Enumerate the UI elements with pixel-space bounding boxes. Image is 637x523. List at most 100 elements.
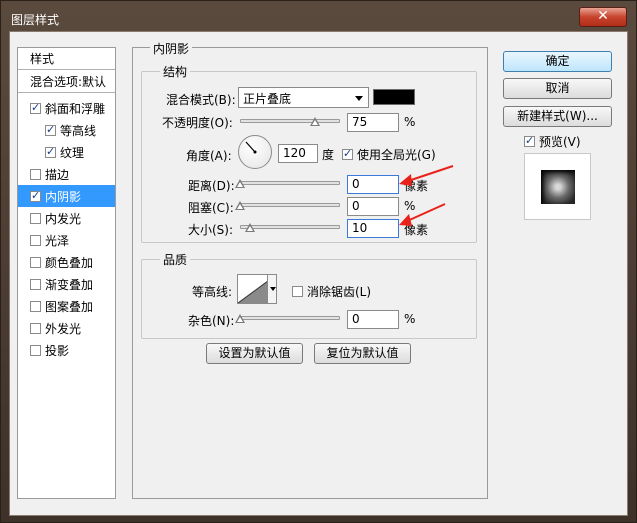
opacity-label: 不透明度(O): — [162, 116, 233, 130]
noise-label: 杂色(N): — [188, 314, 235, 328]
choke-input-value: 0 — [352, 199, 360, 213]
close-button[interactable]: ✕ — [579, 7, 627, 27]
checkbox-unchecked-icon[interactable] — [30, 300, 41, 312]
panel-title: 内阴影 — [150, 40, 193, 57]
checkbox-checked-icon[interactable] — [30, 101, 41, 114]
red-arrow-icon — [399, 165, 454, 186]
reset-default-button[interactable]: 复位为默认值 — [314, 343, 411, 364]
checkbox-unchecked-icon[interactable] — [30, 212, 41, 224]
blend-mode-value: 正片叠底 — [243, 92, 292, 106]
angle-unit: 度 — [322, 148, 335, 162]
style-item[interactable]: 等高线 — [18, 119, 115, 141]
opacity-slider-track[interactable] — [240, 119, 340, 123]
contour-label: 等高线: — [192, 285, 233, 299]
blend-mode-label: 混合模式(B): — [166, 93, 236, 107]
opacity-input[interactable]: 75 — [347, 113, 399, 132]
style-item-label: 光泽 — [45, 233, 70, 248]
style-item-label: 斜面和浮雕 — [45, 101, 106, 116]
antialias-label: 消除锯齿(L) — [307, 285, 372, 299]
chevron-down-icon — [355, 96, 363, 101]
checkbox-unchecked-icon[interactable] — [30, 322, 41, 334]
style-item-label: 渐变叠加 — [45, 277, 94, 292]
ok-button[interactable]: 确定 — [503, 51, 612, 72]
style-item-label: 内阴影 — [45, 189, 82, 204]
noise-input[interactable]: 0 — [347, 310, 399, 329]
size-slider-thumb[interactable] — [245, 223, 255, 232]
angle-dial[interactable] — [238, 135, 272, 169]
style-item-label: 等高线 — [60, 123, 97, 138]
style-item[interactable]: 内阴影 — [18, 185, 115, 207]
checkbox-unchecked-icon[interactable] — [30, 256, 41, 268]
opacity-unit: % — [404, 115, 416, 129]
checkbox-checked-icon[interactable] — [45, 145, 56, 158]
make-default-button[interactable]: 设置为默认值 — [206, 343, 303, 364]
style-list-header-label: 样式 — [30, 52, 55, 66]
size-label: 大小(S): — [188, 223, 234, 237]
style-item-label: 描边 — [45, 167, 70, 182]
checkbox-checked-icon — [524, 134, 535, 147]
blend-mode-select[interactable]: 正片叠底 — [238, 87, 369, 108]
style-preview — [524, 153, 591, 220]
choke-slider-track[interactable] — [240, 203, 340, 207]
title-bar: 图层样式 ✕ — [1, 1, 636, 31]
style-list-header[interactable]: 样式 — [18, 48, 115, 70]
noise-slider-track[interactable] — [240, 316, 340, 320]
noise-slider-thumb[interactable] — [235, 314, 245, 323]
cancel-button[interactable]: 取消 — [503, 78, 612, 99]
style-item[interactable]: 渐变叠加 — [18, 273, 115, 295]
checkbox-unchecked-icon[interactable] — [30, 344, 41, 356]
style-item[interactable]: 光泽 — [18, 229, 115, 251]
style-item[interactable]: 外发光 — [18, 317, 115, 339]
checkbox-unchecked-icon[interactable] — [30, 234, 41, 246]
distance-label: 距离(D): — [188, 179, 235, 193]
window-title: 图层样式 — [11, 13, 60, 27]
style-list: 样式 混合选项:默认 斜面和浮雕等高线纹理描边内阴影内发光光泽颜色叠加渐变叠加图… — [17, 47, 116, 499]
annotation-arrows — [399, 165, 454, 226]
preview-thumbnail — [541, 170, 575, 204]
structure-title: 结构 — [160, 63, 191, 80]
style-item-label: 投影 — [45, 343, 70, 358]
style-item-label: 颜色叠加 — [45, 255, 94, 270]
quality-title: 品质 — [160, 251, 191, 268]
opacity-slider-thumb[interactable] — [310, 117, 320, 126]
red-arrow-icon — [399, 203, 446, 226]
style-item[interactable]: 内发光 — [18, 207, 115, 229]
choke-slider-thumb[interactable] — [235, 201, 245, 210]
angle-input[interactable]: 120 — [278, 144, 318, 163]
style-item-label: 纹理 — [60, 145, 85, 160]
choke-input[interactable]: 0 — [347, 197, 399, 216]
size-input-value: 10 — [352, 221, 368, 235]
distance-input[interactable]: 0 — [347, 175, 399, 194]
style-item[interactable]: 投影 — [18, 339, 115, 361]
checkbox-unchecked-icon[interactable] — [30, 278, 41, 290]
blend-options-item[interactable]: 混合选项:默认 — [18, 71, 115, 93]
size-slider-track[interactable] — [240, 225, 340, 229]
noise-input-value: 0 — [352, 312, 360, 326]
opacity-input-value: 75 — [352, 115, 368, 129]
preview-label: 预览(V) — [539, 135, 581, 149]
shadow-color-swatch[interactable] — [373, 89, 415, 105]
distance-slider-track[interactable] — [240, 181, 340, 185]
style-item-label: 内发光 — [45, 211, 82, 226]
checkbox-unchecked-icon[interactable] — [30, 168, 41, 180]
size-input[interactable]: 10 — [347, 219, 399, 238]
noise-unit: % — [404, 312, 416, 326]
style-item[interactable]: 斜面和浮雕 — [18, 97, 115, 119]
distance-input-value: 0 — [352, 177, 360, 191]
style-item[interactable]: 描边 — [18, 163, 115, 185]
style-item[interactable]: 纹理 — [18, 141, 115, 163]
checkbox-unchecked-icon — [292, 286, 303, 297]
distance-slider-thumb[interactable] — [235, 179, 245, 188]
angle-label: 角度(A): — [186, 149, 232, 163]
contour-dropdown[interactable] — [267, 274, 277, 304]
checkbox-checked-icon[interactable] — [30, 189, 41, 202]
new-style-button[interactable]: 新建样式(W)... — [503, 106, 612, 127]
style-item-label: 图案叠加 — [45, 299, 94, 314]
checkbox-checked-icon — [342, 147, 353, 160]
checkbox-checked-icon[interactable] — [45, 123, 56, 136]
antialias-checkbox[interactable]: 消除锯齿(L) — [292, 283, 371, 300]
preview-checkbox[interactable]: 预览(V) — [524, 133, 581, 150]
style-item[interactable]: 颜色叠加 — [18, 251, 115, 273]
angle-input-value: 120 — [283, 146, 306, 160]
style-item[interactable]: 图案叠加 — [18, 295, 115, 317]
